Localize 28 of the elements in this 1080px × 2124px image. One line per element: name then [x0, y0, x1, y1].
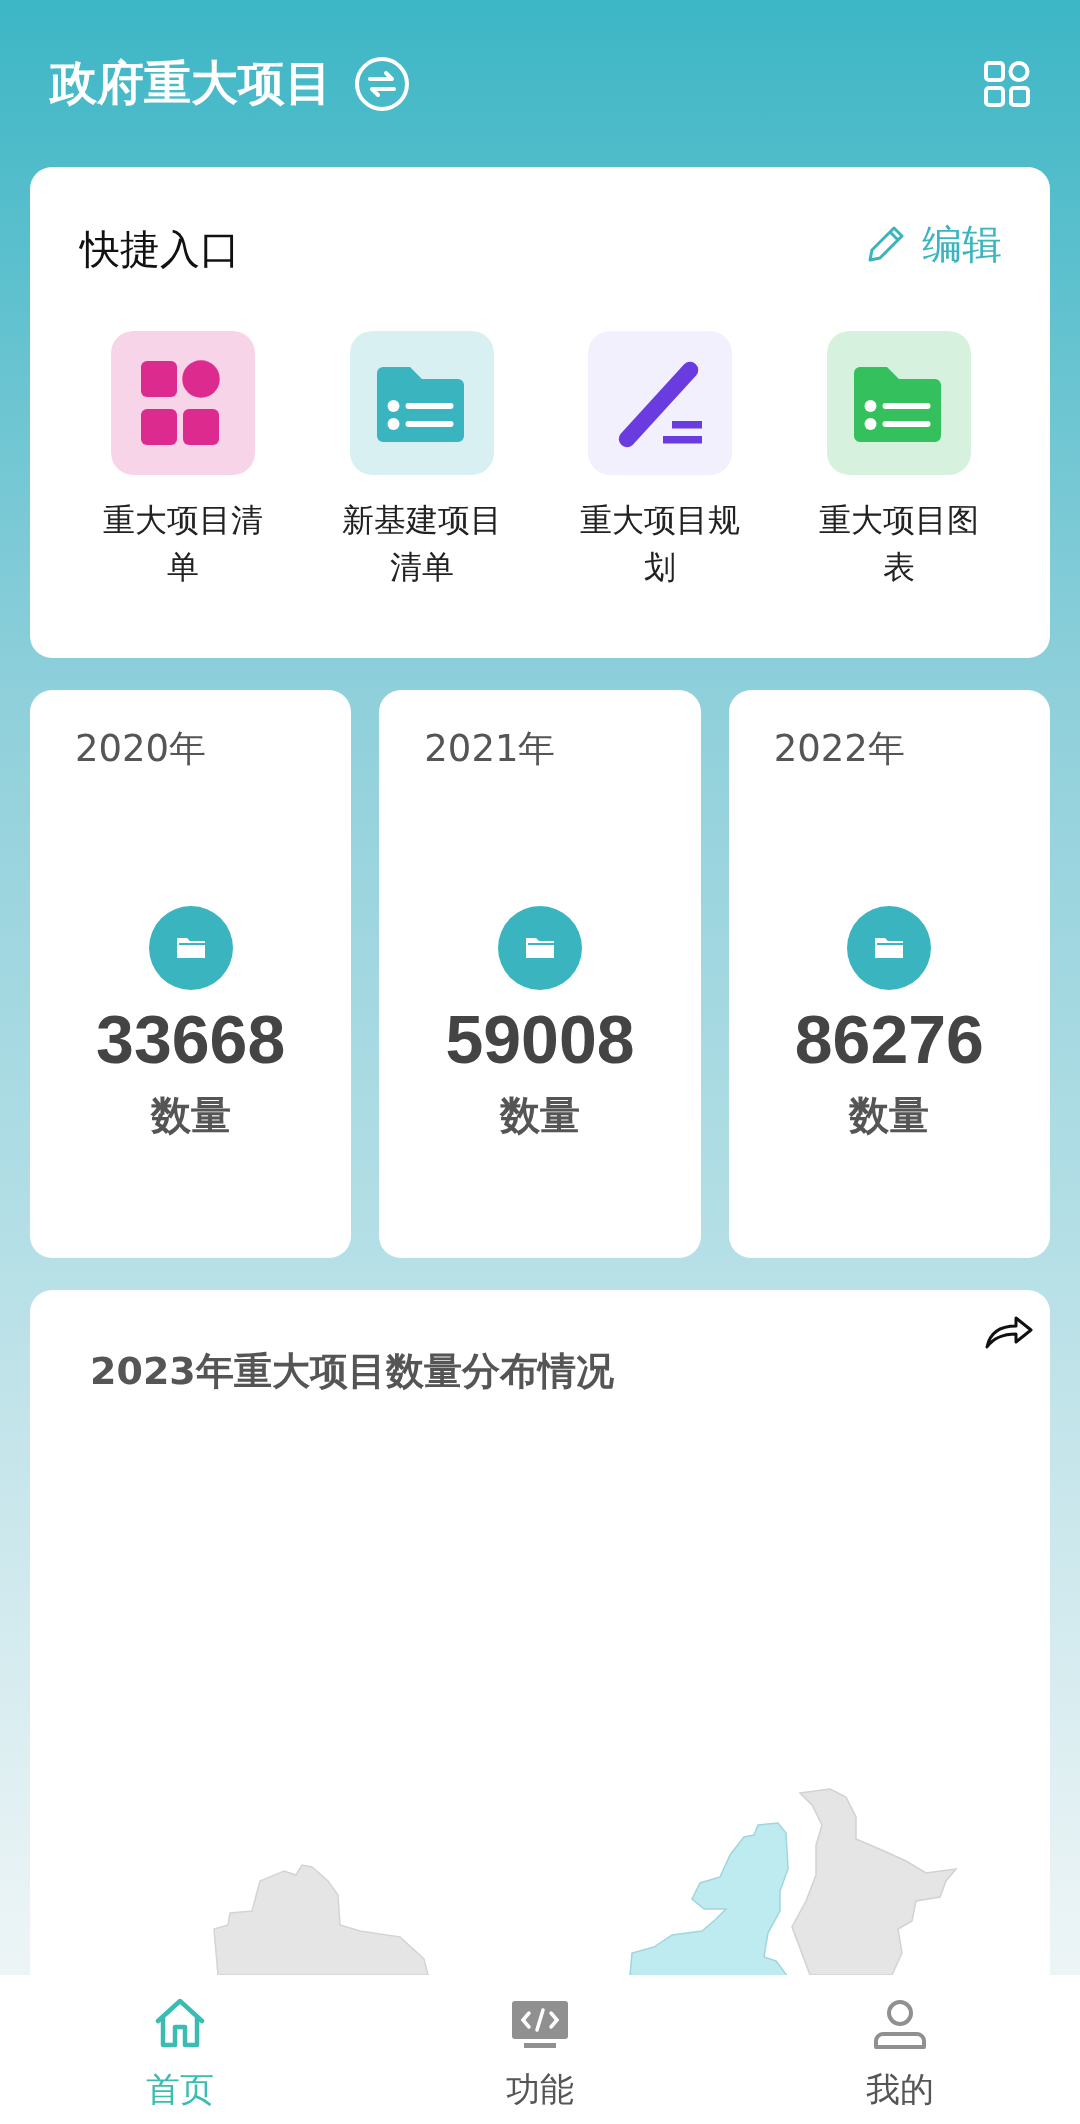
shortcut-icon[interactable]	[588, 331, 733, 475]
section-title: 快捷入口	[80, 224, 241, 274]
year-card[interactable]: 2022年 86276 数量	[728, 690, 1050, 1258]
shortcut-label[interactable]: 新基建项目清单	[335, 497, 508, 591]
switch-icon[interactable]	[354, 55, 410, 112]
year-label: 2022年	[773, 726, 905, 772]
count-value: 33668	[96, 1000, 286, 1078]
count-value: 59008	[445, 1000, 635, 1078]
shortcut-label[interactable]: 重大项目图表	[812, 497, 985, 591]
folder-icon	[847, 906, 932, 990]
year-card[interactable]: 2021年 59008 数量	[379, 690, 701, 1258]
count-label: 数量	[849, 1091, 930, 1140]
year-label: 2020年	[75, 726, 207, 772]
count-label: 数量	[150, 1091, 231, 1140]
year-card[interactable]: 2020年 33668 数量	[30, 690, 352, 1258]
chart-title: 2023年重大项目数量分布情况	[90, 1348, 615, 1395]
folder-icon	[148, 906, 233, 990]
count-label: 数量	[500, 1091, 580, 1140]
folder-icon	[498, 906, 582, 990]
shortcut-label[interactable]: 重大项目清单	[97, 497, 269, 591]
count-value: 86276	[794, 1000, 984, 1078]
nav-tab[interactable]: 功能	[360, 1975, 720, 2124]
page-title: 政府重大项目	[50, 54, 332, 112]
nav-tab[interactable]: 我的	[720, 1975, 1080, 2124]
shortcut-label[interactable]: 重大项目规划	[574, 497, 747, 591]
shortcut-icon[interactable]	[111, 331, 255, 475]
year-label: 2021年	[424, 726, 556, 772]
apps-icon[interactable]	[984, 60, 1030, 107]
